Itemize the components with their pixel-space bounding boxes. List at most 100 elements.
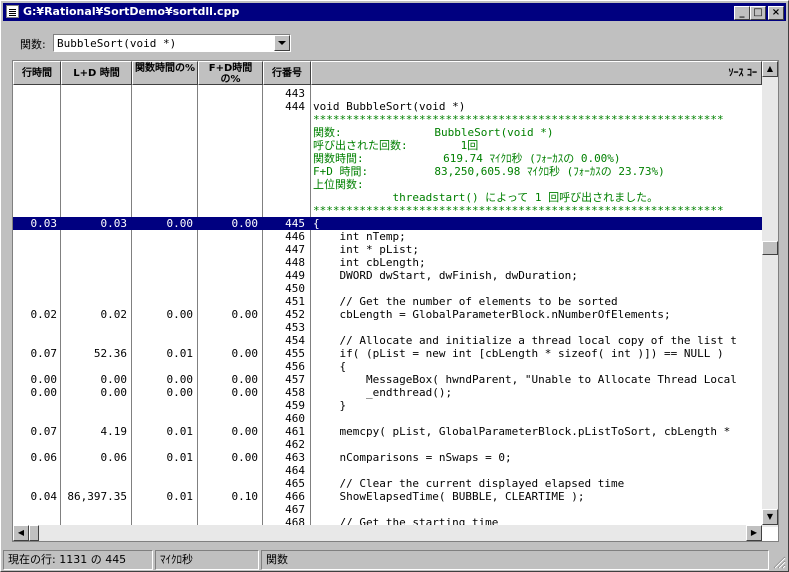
source-line: 関数時間: 619.74 ﾏｲｸﾛ秒 (ﾌｫｰｶｽの 0.00%): [313, 152, 621, 165]
document-icon[interactable]: [6, 5, 19, 18]
table-row[interactable]: 443: [13, 87, 763, 100]
table-row[interactable]: 467: [13, 503, 763, 516]
cell-line-number: 443: [285, 87, 305, 100]
table-row[interactable]: 451 // Get the number of elements to be …: [13, 295, 763, 308]
vertical-scroll-thumb[interactable]: [762, 241, 778, 255]
table-row[interactable]: 454 // Allocate and initialize a thread …: [13, 334, 763, 347]
table-row[interactable]: 0.00 0.00 0.00 0.00 458 _endthread();: [13, 386, 763, 399]
cell-line-number: 446: [285, 230, 305, 243]
horizontal-scrollbar[interactable]: ◀ ▶: [13, 525, 762, 541]
table-row[interactable]: threadstart() によって 1 回呼び出されました。: [13, 191, 763, 204]
cell-line-number: 451: [285, 295, 305, 308]
table-row[interactable]: 446 int nTemp;: [13, 230, 763, 243]
table-row[interactable]: 0.04 86,397.35 0.01 0.10 466 ShowElapsedTime…: [13, 490, 763, 503]
cell-line-number: 455: [285, 347, 305, 360]
table-row[interactable]: 0.03 0.03 0.00 0.00 445 {: [13, 217, 763, 230]
source-line: int * pList;: [313, 243, 419, 256]
header-func-time-pct[interactable]: 関数時間の%: [132, 61, 198, 85]
cell-ld-time: 0.02: [100, 308, 128, 321]
cell-line-number: 461: [285, 425, 305, 438]
table-row[interactable]: F+D 時間: 83,250,605.98 ﾏｲｸﾛ秒 (ﾌｫｰｶｽの 23.7…: [13, 165, 763, 178]
table-row[interactable]: 447 int * pList;: [13, 243, 763, 256]
table-row[interactable]: 464: [13, 464, 763, 477]
source-line: {: [313, 217, 320, 230]
vertical-scrollbar[interactable]: ▲ ▼: [762, 61, 778, 527]
source-line: cbLength = GlobalParameterBlock.nNumberO…: [313, 308, 671, 321]
cell-func-time-pct: 0.01: [166, 490, 194, 503]
cell-fd-time-pct: 0.00: [231, 347, 259, 360]
horizontal-scroll-thumb[interactable]: [29, 525, 39, 541]
cell-fd-time-pct: 0.00: [231, 425, 259, 438]
cell-line-number: 467: [285, 503, 305, 516]
table-row[interactable]: 0.00 0.00 0.00 0.00 457 MessageBox( hwndPare…: [13, 373, 763, 386]
scroll-down-button[interactable]: ▼: [762, 509, 778, 525]
table-row[interactable]: 0.02 0.02 0.00 0.00 452 cbLength = GlobalPar…: [13, 308, 763, 321]
cell-line-time: 0.07: [30, 347, 58, 360]
table-row[interactable]: 0.07 4.19 0.01 0.00 461 memcpy( pList, Globa…: [13, 425, 763, 438]
cell-line-number: 459: [285, 399, 305, 412]
table-row[interactable]: 456 {: [13, 360, 763, 373]
table-row[interactable]: 0.07 52.36 0.01 0.00 455 if( (pList = new in…: [13, 347, 763, 360]
table-row[interactable]: 462: [13, 438, 763, 451]
scroll-left-button[interactable]: ◀: [13, 525, 29, 541]
table-row[interactable]: 465 // Clear the current displayed elaps…: [13, 477, 763, 490]
table-row[interactable]: 0.06 0.06 0.01 0.00 463 nComparisons = nSwap…: [13, 451, 763, 464]
table-row[interactable]: 448 int cbLength;: [13, 256, 763, 269]
cell-func-time-pct: 0.00: [166, 217, 194, 230]
header-fd-time-pct[interactable]: F+D時間の%: [198, 61, 263, 85]
cell-fd-time-pct: 0.00: [231, 217, 259, 230]
scroll-right-button[interactable]: ▶: [746, 525, 762, 541]
table-row[interactable]: 450: [13, 282, 763, 295]
app-window: G:¥Rational¥SortDemo¥sortdll.cpp _ □ × 関…: [0, 0, 789, 572]
cell-func-time-pct: 0.00: [166, 373, 194, 386]
table-row[interactable]: 449 DWORD dwStart, dwFinish, dwDuration;: [13, 269, 763, 282]
header-line-time[interactable]: 行時間: [13, 61, 61, 85]
header-ld-time[interactable]: L+D 時間: [61, 61, 132, 85]
table-row[interactable]: 関数時間: 619.74 ﾏｲｸﾛ秒 (ﾌｫｰｶｽの 0.00%): [13, 152, 763, 165]
resize-grip-icon[interactable]: [772, 555, 786, 569]
cell-fd-time-pct: 0.00: [231, 386, 259, 399]
function-select-value: BubbleSort(void *): [57, 37, 177, 50]
cell-line-number: 465: [285, 477, 305, 490]
cell-ld-time: 52.36: [93, 347, 127, 360]
table-row[interactable]: ****************************************…: [13, 204, 763, 217]
cell-line-number: 458: [285, 386, 305, 399]
cell-line-time: 0.00: [30, 386, 58, 399]
close-button[interactable]: ×: [768, 6, 784, 20]
table-row[interactable]: 関数: BubbleSort(void *): [13, 126, 763, 139]
minimize-button[interactable]: _: [734, 6, 750, 20]
table-row[interactable]: 呼び出された回数: 1回: [13, 139, 763, 152]
header-source[interactable]: ｿｰｽ ｺｰ: [311, 61, 762, 85]
table-row[interactable]: ****************************************…: [13, 113, 763, 126]
cell-line-number: 462: [285, 438, 305, 451]
table-row[interactable]: 444 void BubbleSort(void *): [13, 100, 763, 113]
source-line: void BubbleSort(void *): [313, 100, 466, 113]
cell-ld-time: 0.03: [100, 217, 128, 230]
source-line: int cbLength;: [313, 256, 426, 269]
status-current-line: 現在の行: 1131 の 445: [3, 550, 153, 570]
source-grid: 行時間 L+D 時間 関数時間の% F+D時間の% 行番号 ｿｰｽ ｺｰ 443…: [12, 60, 779, 542]
header-line-number[interactable]: 行番号: [263, 61, 311, 85]
cell-func-time-pct: 0.00: [166, 386, 194, 399]
source-line: MessageBox( hwndParent, "Unable to Alloc…: [313, 373, 737, 386]
source-line: {: [313, 360, 347, 373]
cell-line-number: 460: [285, 412, 305, 425]
cell-func-time-pct: 0.01: [166, 425, 194, 438]
function-select[interactable]: BubbleSort(void *): [53, 34, 291, 52]
cell-fd-time-pct: 0.00: [231, 451, 259, 464]
table-row[interactable]: 459 }: [13, 399, 763, 412]
scroll-up-button[interactable]: ▲: [762, 61, 778, 77]
function-label: 関数:: [20, 38, 46, 51]
table-row[interactable]: 453: [13, 321, 763, 334]
cell-line-time: 0.07: [30, 425, 58, 438]
source-line: DWORD dwStart, dwFinish, dwDuration;: [313, 269, 578, 282]
source-line: 呼び出された回数: 1回: [313, 139, 479, 152]
title-bar[interactable]: G:¥Rational¥SortDemo¥sortdll.cpp _ □ ×: [3, 3, 786, 21]
dropdown-button[interactable]: [274, 35, 290, 51]
table-row[interactable]: 460: [13, 412, 763, 425]
table-row[interactable]: 上位関数:: [13, 178, 763, 191]
cell-line-number: 464: [285, 464, 305, 477]
cell-line-time: 0.04: [30, 490, 58, 503]
maximize-button[interactable]: □: [750, 6, 766, 20]
cell-line-number: 445: [285, 217, 305, 230]
